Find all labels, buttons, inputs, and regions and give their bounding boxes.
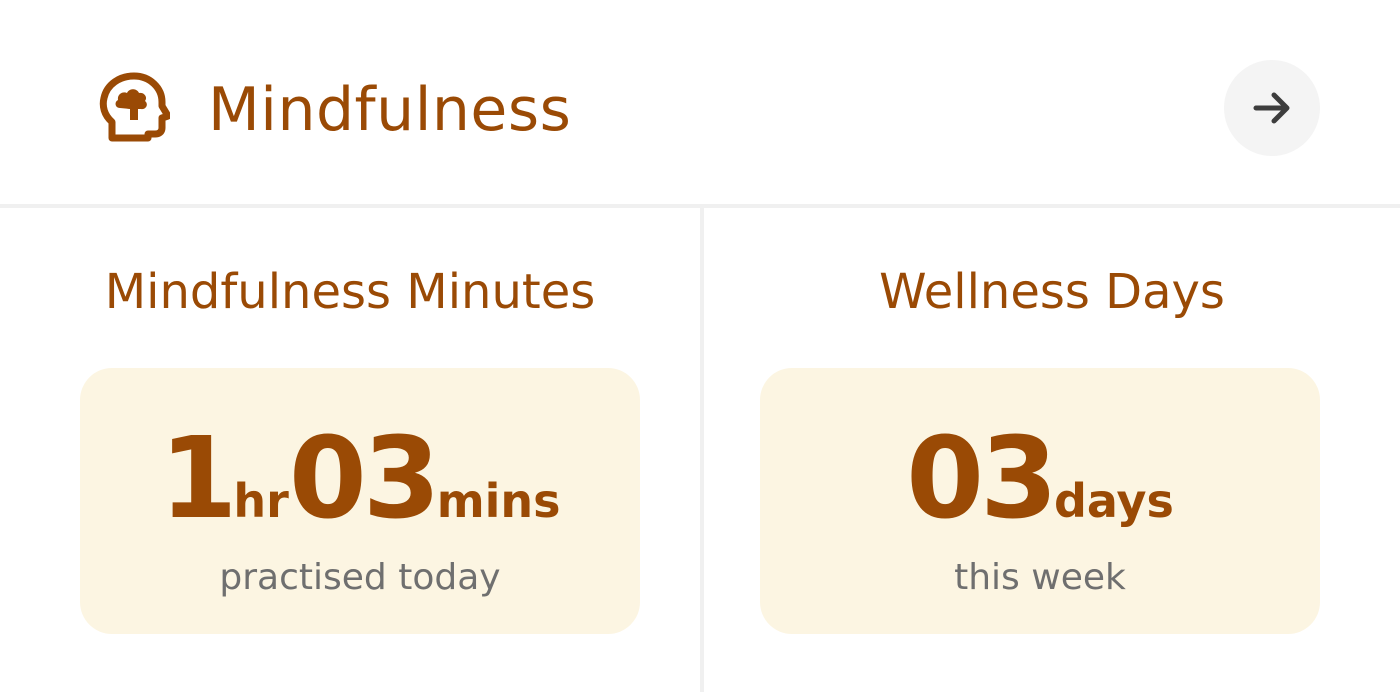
days-number: 03 [906, 414, 1058, 544]
open-details-button[interactable] [1224, 60, 1320, 156]
days-section: Wellness Days 03days this week [704, 208, 1400, 692]
minutes-section: Mindfulness Minutes 1hr03mins practised … [0, 208, 700, 692]
days-caption: this week [954, 557, 1126, 598]
minutes-unit: mins [436, 474, 561, 528]
days-value: 03days [760, 414, 1320, 566]
minutes-number: 03 [288, 414, 441, 544]
widget-header: Mindfulness [0, 0, 1400, 205]
mind-head-icon [98, 72, 172, 144]
minutes-card[interactable]: 1hr03mins practised today [80, 368, 640, 634]
days-unit: days [1053, 474, 1174, 528]
days-card[interactable]: 03days this week [760, 368, 1320, 634]
minutes-caption: practised today [219, 557, 501, 598]
days-title: Wellness Days [879, 264, 1225, 320]
minutes-value: 1hr03mins [80, 414, 640, 566]
page-title: Mindfulness [208, 75, 572, 145]
arrow-right-icon [1253, 92, 1290, 124]
hours-unit: hr [233, 474, 289, 528]
hours-number: 1 [159, 414, 237, 544]
mindfulness-widget: Mindfulness Mindfulness Minutes 1hr03min… [0, 0, 1400, 692]
minutes-title: Mindfulness Minutes [104, 264, 596, 320]
